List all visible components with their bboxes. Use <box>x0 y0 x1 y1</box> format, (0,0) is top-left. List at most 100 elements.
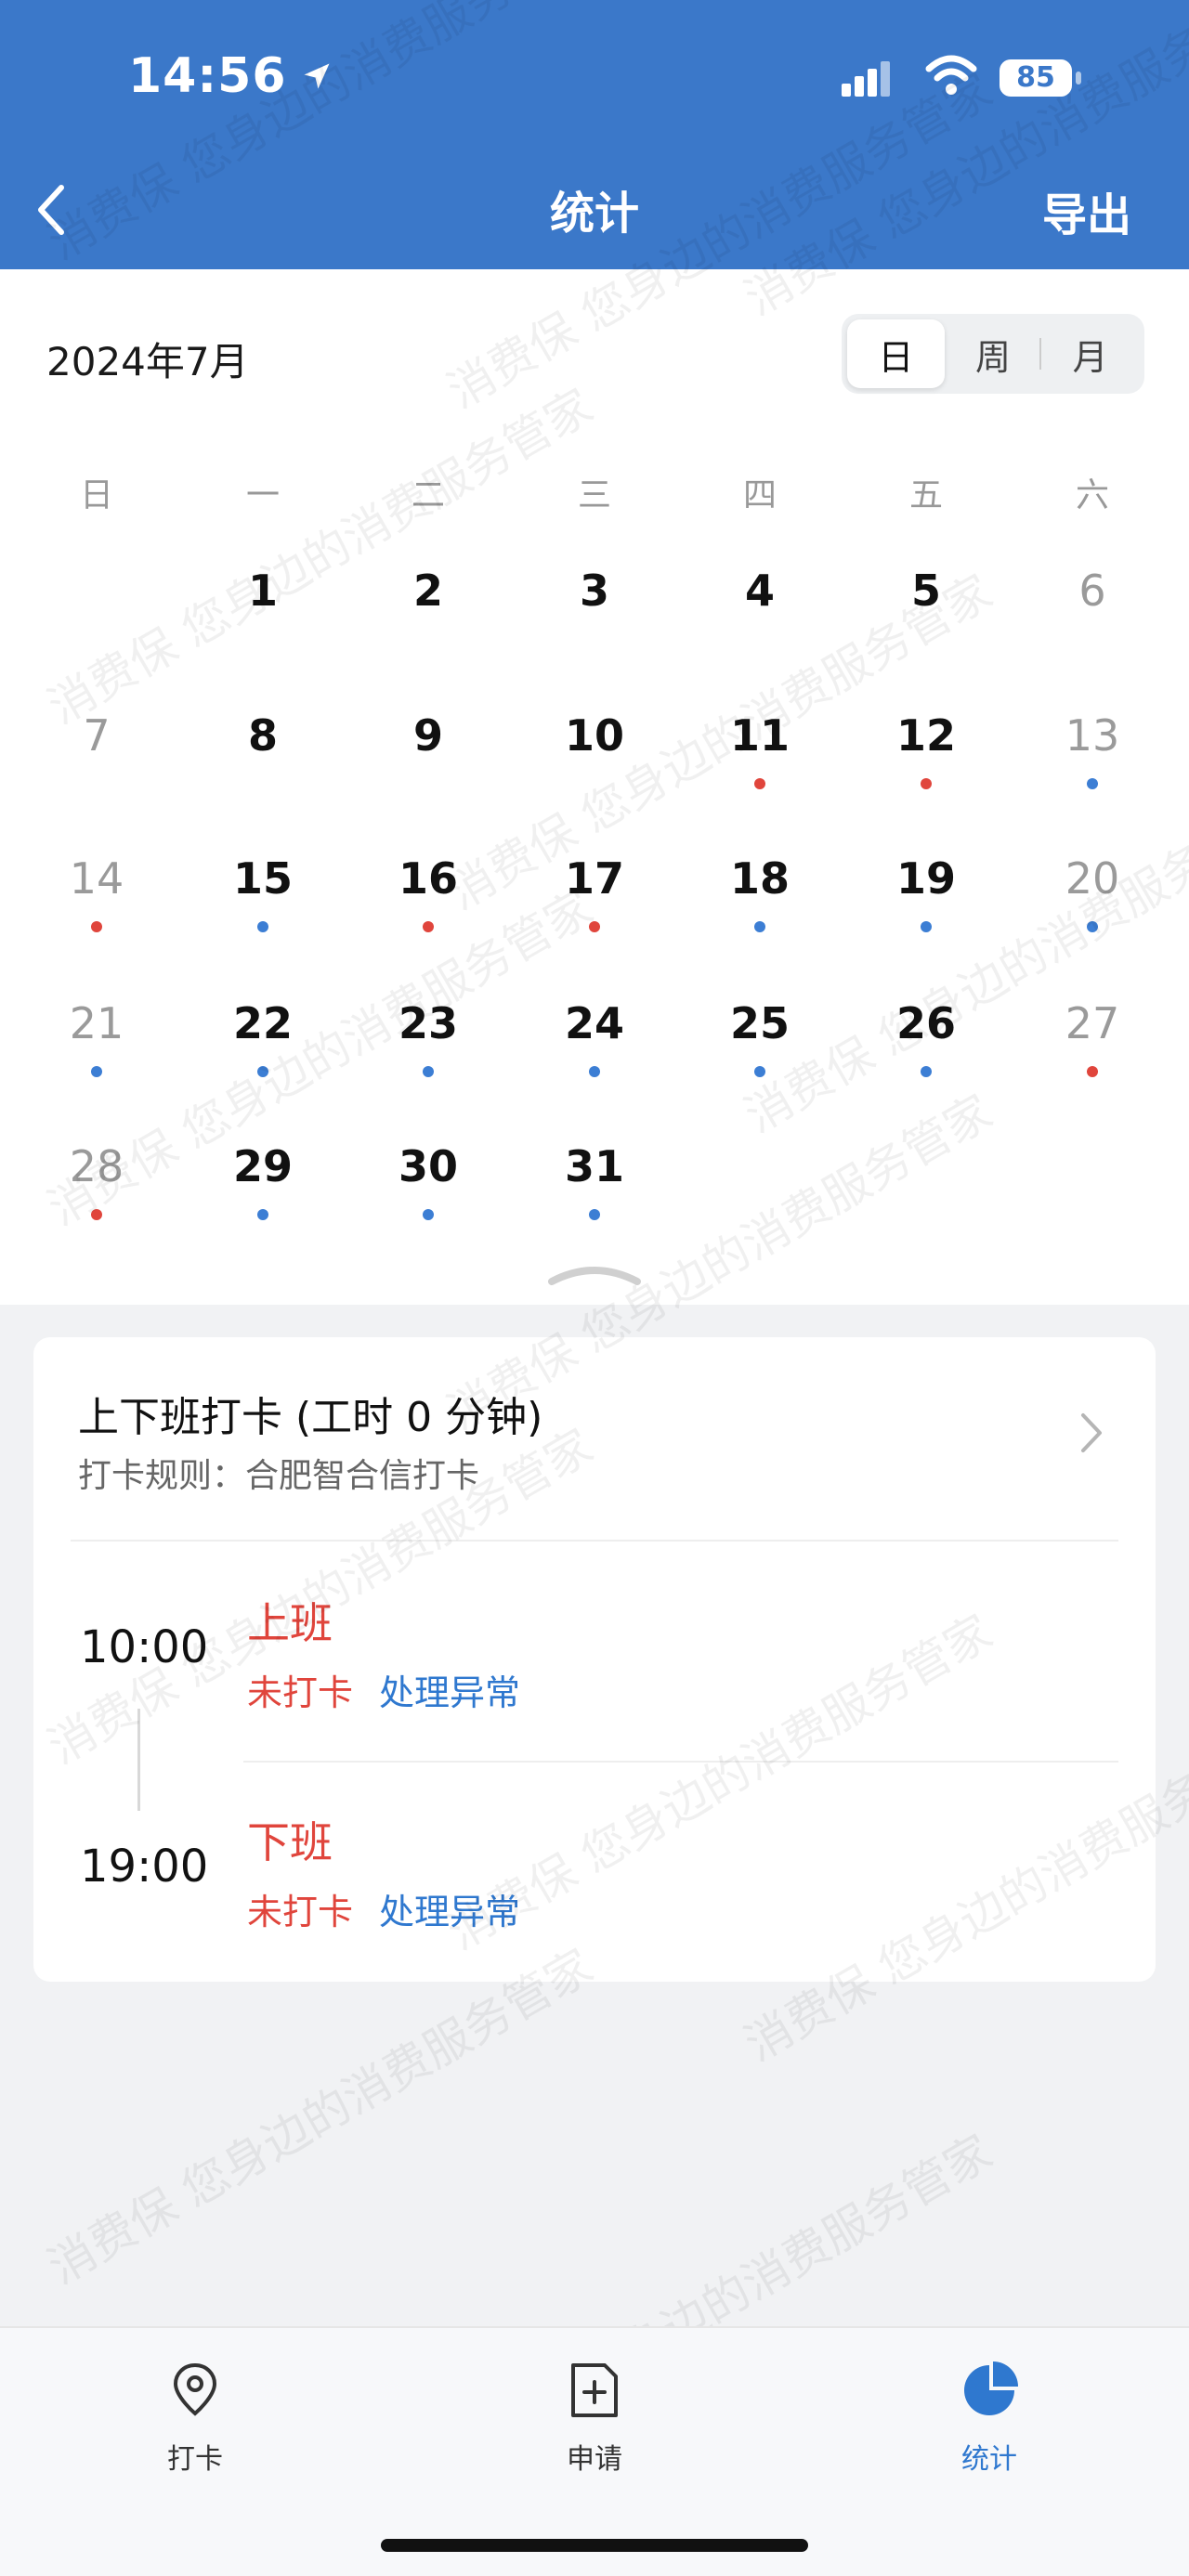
calendar-day[interactable]: 30 <box>372 1140 484 1220</box>
status-dot <box>921 1066 932 1077</box>
status-dot <box>1087 1066 1098 1077</box>
calendar-day[interactable]: 27 <box>1037 997 1148 1077</box>
calendar-day[interactable]: 18 <box>704 852 816 932</box>
calendar-day[interactable]: 2 <box>372 565 484 617</box>
calendar-day-number: 30 <box>398 1141 458 1191</box>
status-dot <box>921 778 932 789</box>
weekday-mon: 一 <box>245 476 280 514</box>
status-dot <box>257 921 268 932</box>
calendar-day[interactable]: 21 <box>41 997 152 1077</box>
tab-statistics[interactable]: 统计 <box>915 2358 1064 2477</box>
collapse-handle-icon[interactable] <box>544 1259 645 1287</box>
calendar-day[interactable]: 25 <box>704 997 816 1077</box>
calendar-day[interactable]: 4 <box>704 565 816 617</box>
status-dot <box>91 921 102 932</box>
calendar-day[interactable]: 3 <box>539 565 650 617</box>
calendar-day[interactable]: 9 <box>372 709 484 761</box>
entry-divider <box>243 1761 1118 1763</box>
calendar-day[interactable]: 13 <box>1037 709 1148 789</box>
calendar-day[interactable]: 26 <box>870 997 982 1077</box>
calendar-day-number: 2 <box>412 566 443 616</box>
status-dot <box>91 1066 102 1077</box>
tab-apply-label: 申请 <box>567 2443 622 2476</box>
status-dot <box>589 1066 600 1077</box>
calendar-day-number: 25 <box>729 998 790 1048</box>
calendar-day-number: 20 <box>1065 853 1120 904</box>
view-day-option[interactable]: 日 <box>847 319 945 388</box>
statistics-page: 14:56 85 统计 导出 2024年7月 日 周 月 日 一 二 三 四 五… <box>0 0 1189 2576</box>
view-week-option[interactable]: 周 <box>945 319 1042 388</box>
status-dot <box>91 1209 102 1220</box>
calendar-panel: 2024年7月 日 周 月 日 一 二 三 四 五 六 1 2 3 4 5 6 7 8 9 10 1… <box>0 269 1189 1305</box>
calendar-day-number: 4 <box>744 566 775 616</box>
calendar-day-number: 11 <box>729 710 790 761</box>
watermark-text: 消费保 您身边的消费服务管家 <box>39 1938 602 2296</box>
calendar-day[interactable]: 7 <box>41 709 152 761</box>
view-month-option[interactable]: 月 <box>1041 319 1139 388</box>
checkin-handle-exception-link[interactable]: 处理异常 <box>379 1664 520 1715</box>
calendar-day-number: 24 <box>564 998 624 1048</box>
weekday-sat: 六 <box>1075 476 1109 514</box>
battery-level: 85 <box>1016 61 1055 94</box>
calendar-day-number: 17 <box>564 853 624 904</box>
home-indicator <box>381 2539 808 2552</box>
card-divider <box>71 1540 1118 1542</box>
calendar-day[interactable]: 5 <box>870 565 982 617</box>
calendar-day[interactable]: 24 <box>539 997 650 1077</box>
calendar-day[interactable]: 23 <box>372 997 484 1077</box>
checkout-handle-exception-link[interactable]: 处理异常 <box>379 1883 520 1934</box>
status-dot <box>754 778 765 789</box>
calendar-day[interactable]: 19 <box>870 852 982 932</box>
calendar-day[interactable]: 12 <box>870 709 982 789</box>
calendar-day-number: 22 <box>232 998 293 1048</box>
weekday-sun: 日 <box>79 476 113 514</box>
status-dot <box>257 1209 268 1220</box>
status-dot <box>754 1066 765 1077</box>
calendar-day[interactable]: 1 <box>207 565 319 617</box>
calendar-day-number: 16 <box>398 853 458 904</box>
calendar-day-number: 12 <box>895 710 956 761</box>
calendar-day[interactable]: 14 <box>41 852 152 932</box>
month-label: 2024年7月 <box>46 339 249 384</box>
weekday-wed: 三 <box>577 476 611 514</box>
status-dot <box>1087 921 1098 932</box>
checkout-shift: 下班 <box>247 1817 333 1867</box>
calendar-day-number: 31 <box>564 1141 624 1191</box>
calendar-day[interactable]: 28 <box>41 1140 152 1220</box>
status-time: 14:56 <box>128 48 333 104</box>
calendar-day[interactable]: 17 <box>539 852 650 932</box>
export-button[interactable]: 导出 <box>1042 178 1131 243</box>
checkin-status: 未打卡 <box>247 1672 354 1713</box>
calendar-day[interactable]: 15 <box>207 852 319 932</box>
tab-clock-in-label: 打卡 <box>167 2443 223 2476</box>
view-switcher: 日 周 月 <box>842 314 1144 394</box>
status-dot <box>589 921 600 932</box>
status-dot <box>257 1066 268 1077</box>
attendance-rule: 打卡规则：合肥智合信打卡 <box>78 1457 480 1495</box>
calendar-day-number: 18 <box>729 853 790 904</box>
battery-indicator: 85 <box>998 56 1083 100</box>
calendar-day[interactable]: 22 <box>207 997 319 1077</box>
calendar-day[interactable]: 10 <box>539 709 650 761</box>
calendar-day[interactable]: 29 <box>207 1140 319 1220</box>
calendar-day[interactable]: 6 <box>1037 565 1148 617</box>
calendar-day-number: 15 <box>232 853 293 904</box>
attendance-card: 上下班打卡 (工时 0 分钟) 打卡规则：合肥智合信打卡 10:00 上班 未打… <box>33 1337 1156 1982</box>
calendar-day[interactable]: 20 <box>1037 852 1148 932</box>
tab-apply[interactable]: 申请 <box>520 2358 669 2477</box>
calendar-day-number: 23 <box>398 998 458 1048</box>
calendar-day-number: 26 <box>895 998 956 1048</box>
calendar-day[interactable]: 31 <box>539 1140 650 1220</box>
tab-clock-in[interactable]: 打卡 <box>121 2358 269 2477</box>
calendar-day[interactable]: 11 <box>704 709 816 789</box>
chevron-right-icon[interactable] <box>1079 1412 1104 1454</box>
calendar-day[interactable]: 16 <box>372 852 484 932</box>
calendar-day-number: 10 <box>564 710 624 761</box>
calendar-day-number: 29 <box>232 1141 293 1191</box>
attendance-title[interactable]: 上下班打卡 (工时 0 分钟) <box>78 1384 542 1443</box>
location-arrow-icon <box>304 63 330 89</box>
status-dot <box>1087 778 1098 789</box>
calendar-day[interactable]: 8 <box>207 709 319 761</box>
status-dot <box>423 921 434 932</box>
calendar-day-number: 9 <box>412 710 443 761</box>
